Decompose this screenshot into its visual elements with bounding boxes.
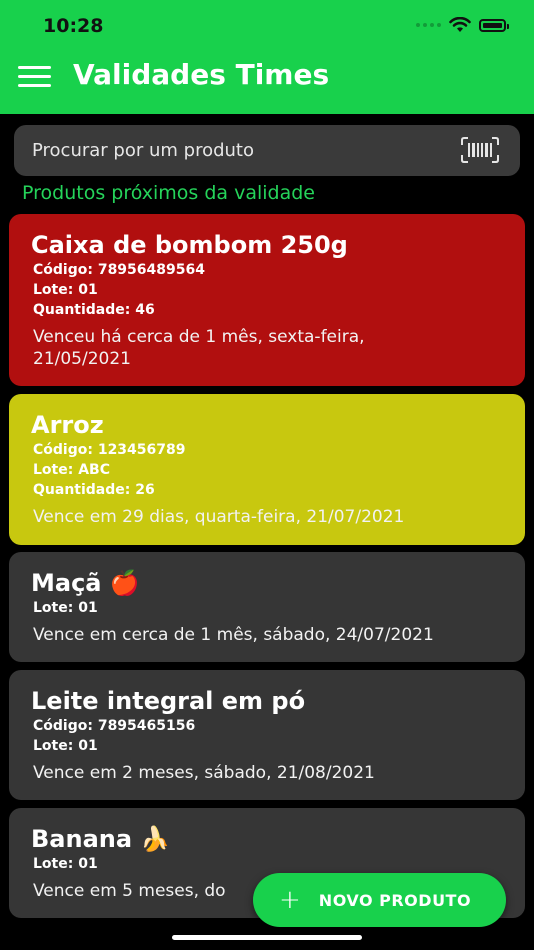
product-status: Vence em cerca de 1 mês, sábado, 24/07/2…: [33, 625, 434, 645]
search-input[interactable]: [32, 125, 432, 176]
product-lot: Lote: 01: [33, 856, 98, 872]
new-product-label: NOVO PRODUTO: [318, 890, 472, 910]
product-lot: Lote: 01: [33, 738, 98, 754]
product-status: Venceu há cerca de 1 mês, sexta-feira, 2…: [33, 327, 365, 369]
new-product-button[interactable]: + NOVO PRODUTO: [253, 873, 506, 927]
product-code: Código: 7895648956​4: [33, 262, 205, 278]
product-code: Código: 7895465156: [33, 718, 196, 734]
page-title: Validades Times: [73, 58, 330, 91]
product-quantity: Quantidade: 26: [33, 482, 155, 498]
product-name: Maçã 🍎: [31, 569, 140, 597]
product-card[interactable]: Arroz Código: 123456789 Lote: ABC Quanti…: [9, 394, 525, 545]
wifi-icon: [449, 17, 471, 32]
product-card[interactable]: Caixa de bombom 250g Código: 7895648956​…: [9, 214, 525, 386]
product-name: Caixa de bombom 250g: [31, 231, 348, 259]
cellular-signal-icon: [416, 23, 441, 27]
barcode-scan-icon[interactable]: [460, 137, 500, 163]
product-lot: Lote: 01: [33, 282, 98, 298]
product-card[interactable]: Maçã 🍎 Lote: 01 Vence em cerca de 1 mês,…: [9, 552, 525, 662]
section-title: Produtos próximos da validade: [22, 182, 315, 204]
app-header: 10:28 Validades Times: [0, 0, 534, 114]
product-quantity: Quantidade: 46: [33, 302, 155, 318]
status-time: 10:28: [43, 15, 104, 37]
product-name: Banana 🍌: [31, 825, 171, 853]
product-card[interactable]: Leite integral em pó Código: 7895465156 …: [9, 670, 525, 800]
plus-icon: +: [279, 885, 301, 915]
product-status: Vence em 29 dias, quarta-feira, 21/07/20…: [33, 507, 405, 527]
product-name: Leite integral em pó: [31, 687, 306, 715]
battery-icon: [479, 18, 509, 32]
status-icons: [416, 17, 509, 33]
product-code: Código: 123456789: [33, 442, 186, 458]
product-lot: Lote: ABC: [33, 462, 110, 478]
search-bar: [14, 125, 520, 176]
product-name: Arroz: [31, 411, 104, 439]
menu-button[interactable]: [18, 66, 52, 88]
product-lot: Lote: 01: [33, 600, 98, 616]
home-indicator: [172, 935, 362, 940]
product-status: Vence em 2 meses, sábado, 21/08/2021: [33, 763, 375, 783]
